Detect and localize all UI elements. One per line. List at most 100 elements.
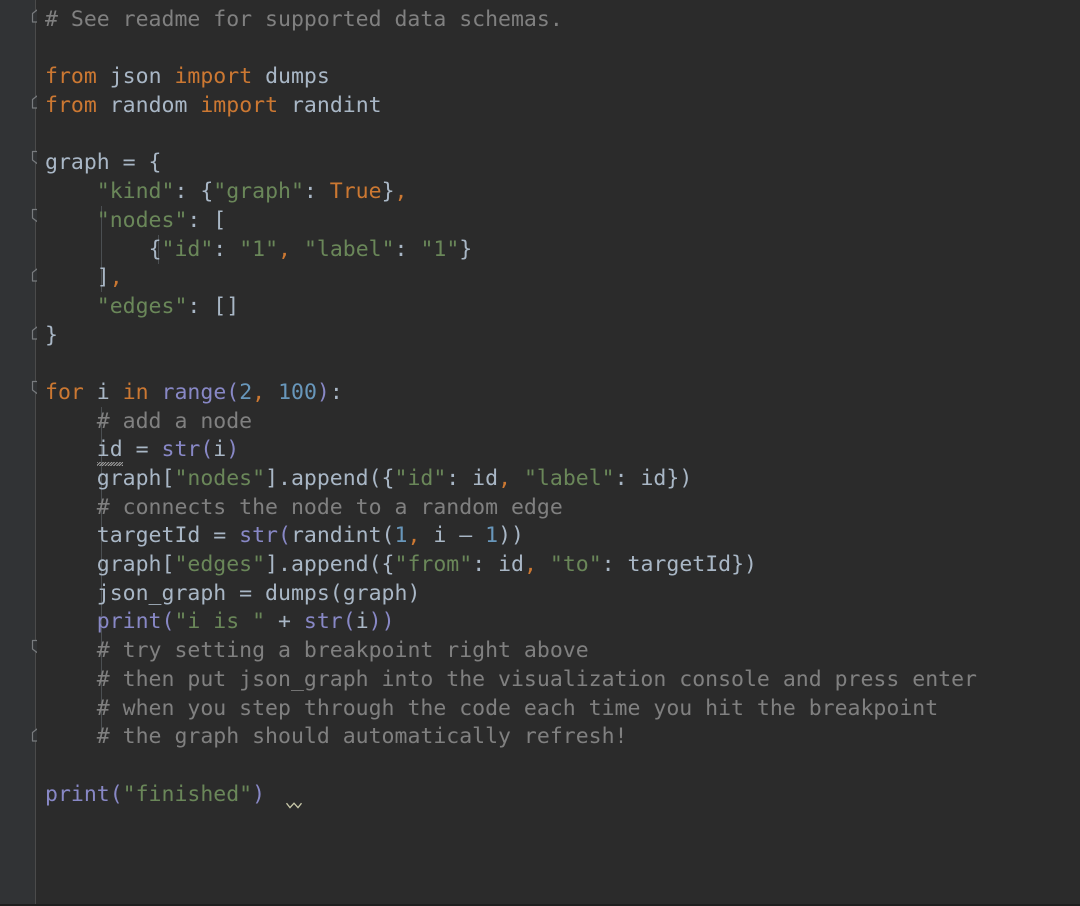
code-token-ident: i [355,609,369,635]
code-token-punc: } [459,236,473,262]
code-token-string: "id" [394,466,447,491]
code-line[interactable]: "edges": [] [45,293,977,322]
code-line[interactable]: from random import randint [45,92,977,121]
code-line[interactable]: } [45,322,977,351]
code-token-ident: graph[ [96,466,175,491]
code-token-ident: ].append({ [265,466,395,491]
code-line[interactable]: print("i is " + str(i)) [45,608,977,637]
code-line[interactable]: # add a node [45,408,977,437]
code-line[interactable]: id = str(i) [45,436,977,465]
code-line[interactable]: # connects the node to a random edge [45,494,977,523]
code-line[interactable]: # See readme for supported data schemas. [45,6,977,35]
code-token-keyword: import [200,93,279,119]
code-line[interactable]: for i in range(2, 100): [45,379,977,408]
code-token-ident [511,466,524,491]
code-line[interactable]: # when you step through the code each ti… [45,695,977,724]
code-token-warn: id [96,437,123,463]
code-token-string: "kind" [96,179,175,205]
code-token-punc: : [ [187,207,227,233]
code-token-ident: targetId = [96,523,240,549]
code-token-string: "to" [549,552,602,578]
code-token-comment: # try setting a breakpoint right above [96,638,589,664]
code-token-ident: randint( [290,523,395,549]
code-token-punc: } [381,179,395,205]
code-token-string: "1" [239,236,279,262]
code-token-builtin [265,380,278,405]
code-token-builtin: str( [161,437,214,463]
code-line[interactable]: targetId = str(randint(1, i – 1)) [45,522,977,551]
code-line[interactable]: # the graph should automatically refresh… [45,723,977,752]
code-token-builtin: range( [161,379,240,405]
code-token-comma: , [109,265,123,291]
code-line[interactable]: # try setting a breakpoint right above [45,637,977,666]
code-token-comment: # when you step through the code each ti… [96,695,939,721]
source-code-lines[interactable]: # See readme for supported data schemas.… [37,0,977,809]
code-line[interactable]: "kind": {"graph": True}, [45,178,977,207]
code-line[interactable] [45,35,977,64]
code-token-punc: : [329,379,343,405]
code-token-ident: + [265,609,304,635]
code-line[interactable]: print("finished") [45,781,977,810]
editor-gutter[interactable] [0,0,36,904]
code-line[interactable]: from json import dumps [45,63,977,92]
code-token-number: 2 [239,379,253,405]
code-line[interactable]: json_graph = dumps(graph) [45,580,977,609]
code-token-string: "finished" [122,781,253,807]
code-line[interactable]: graph["edges"].append({"from": id, "to":… [45,551,977,580]
code-token-ident: graph = { [45,150,162,176]
code-token-ident: graph[ [96,552,175,578]
code-line[interactable]: # then put json_graph into the visualiza… [45,666,977,695]
code-line[interactable] [45,752,977,781]
code-line[interactable]: "nodes": [ [45,207,977,236]
code-token-builtin: str( [239,523,291,549]
code-token-punc: : [] [187,293,240,319]
code-token-ident: i [213,437,227,463]
code-line[interactable]: graph["nodes"].append({"id": id, "label"… [45,465,977,494]
code-token-ident: )) [498,523,524,549]
code-line[interactable]: graph = { [45,149,977,178]
code-line[interactable] [45,350,977,379]
code-token-punc: : [213,236,240,262]
code-token-comment: # connects the node to a random edge [96,494,563,520]
code-line[interactable]: {"id": "1", "label": "1"} [45,236,977,265]
code-token-ident: json_graph = dumps(graph) [96,580,421,606]
code-line[interactable]: ], [45,264,977,293]
code-token-ident [537,552,550,577]
code-token-ident: ].append({ [265,552,395,578]
code-token-builtin: ) [226,437,240,463]
code-token-keyword: from [45,93,97,119]
code-token-ident: json [109,64,162,90]
code-line[interactable] [45,121,977,150]
code-token-keyword: from [45,64,97,90]
code-editor-window[interactable]: # See readme for supported data schemas.… [0,0,1080,906]
code-token-punc [291,237,304,262]
code-token-punc: : { [174,179,214,205]
code-token-builtin: print( [45,781,123,807]
code-token-builtin: ) [252,781,266,807]
code-token-keyword: True [329,179,382,205]
code-text-area[interactable]: # See readme for supported data schemas.… [37,0,1080,898]
code-token-keyword: for [45,379,84,405]
code-token-comment: # add a node [96,408,253,434]
code-token-comma: , [523,552,537,578]
code-token-punc: { [148,236,162,262]
code-token-keyword: import [174,64,253,90]
